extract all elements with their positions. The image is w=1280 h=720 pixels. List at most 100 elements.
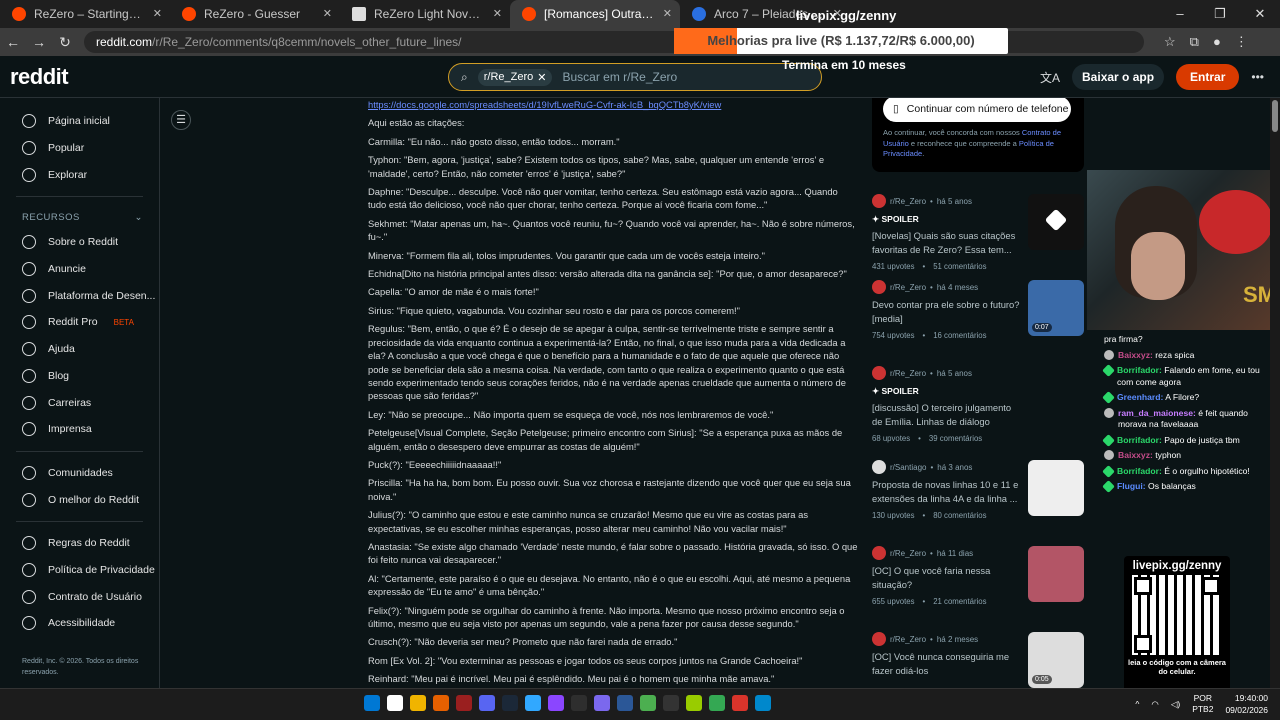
rec-subreddit[interactable]: r/Re_Zero [890,635,926,644]
chat-username[interactable]: Baixxyz: [1118,350,1153,360]
recommended-post[interactable]: r/Re_Zero • há 2 meses [OC] Você nunca cons… [872,632,1084,688]
close-window-icon[interactable]: ✕ [1240,0,1280,28]
rec-title[interactable]: [discussão] O terceiro julgamento de Emí… [872,401,1022,428]
sidebar-item-popular[interactable]: Popular [0,135,159,162]
taskbar-app-icon[interactable] [364,695,380,711]
chat-username[interactable]: Borrifador: [1117,466,1162,476]
taskbar-app-icon[interactable] [548,695,564,711]
rec-thumbnail[interactable] [1028,546,1084,602]
rec-thumbnail[interactable] [1028,460,1084,516]
rec-title[interactable]: Devo contar pra ele sobre o futuro? [med… [872,298,1022,325]
sidebar-item-accessibility[interactable]: Acessibilidade [0,610,159,637]
browser-tab[interactable]: ReZero Light Novel Volume 39 ✕ [340,0,510,28]
sidebar-item-communities[interactable]: Comunidades [0,460,159,487]
chat-username[interactable]: Baixxyz: [1118,450,1153,460]
chat-username[interactable]: Greenhard: [1117,392,1163,402]
sidebar-item-reddit-pro[interactable]: Reddit Pro BETA [0,309,159,336]
sidebar-item-developer-platform[interactable]: Plataforma de Desen... [0,282,159,309]
sidebar-item-careers[interactable]: Carreiras [0,389,159,416]
recommended-post[interactable]: r/Re_Zero • há 4 meses Devo contar pra ele … [872,280,1084,340]
sidebar-item-press[interactable]: Imprensa [0,416,159,443]
rec-title[interactable]: [Novelas] Quais são suas citações favori… [872,229,1022,256]
rec-subreddit[interactable]: r/Re_Zero [890,549,926,558]
rec-subreddit[interactable]: r/Re_Zero [890,283,926,292]
sidebar-item-help[interactable]: Ajuda [0,336,159,363]
search-input[interactable]: Buscar em r/Re_Zero [562,70,677,84]
recommended-post[interactable]: r/Santiago • há 3 anos Proposta de novas li… [872,460,1084,520]
sidebar-item-privacy[interactable]: Política de Privacidade [0,557,159,584]
taskbar-app-icon[interactable] [663,695,679,711]
extensions-icon[interactable]: ⧉ [1190,34,1199,50]
reddit-logo[interactable]: reddit [10,64,69,90]
rec-subreddit[interactable]: r/Santiago [890,463,926,472]
taskbar-app-icon[interactable] [479,695,495,711]
menu-icon[interactable]: ⋮ [1235,34,1248,50]
taskbar-app-icon[interactable] [640,695,656,711]
more-options-icon[interactable]: ••• [1251,70,1264,84]
sidebar-item-best-of[interactable]: O melhor do Reddit [0,486,159,513]
resources-section-toggle[interactable]: RECURSOS ⌄ [0,205,159,229]
clock[interactable]: 19:40:00 09/02/2026 [1225,692,1268,716]
taskbar-app-icon[interactable] [525,695,541,711]
back-icon[interactable]: ← [0,34,26,50]
page-scrollbar[interactable] [1270,98,1280,688]
login-button[interactable]: Entrar [1176,64,1240,90]
search-bar[interactable]: ⌕ r/Re_Zero ✕ Buscar em r/Re_Zero [448,63,822,91]
profile-icon[interactable]: ● [1213,34,1221,50]
taskbar-app-icon[interactable] [755,695,771,711]
wifi-icon[interactable]: ◠ [1151,699,1158,710]
sidebar-item-home[interactable]: Página inicial [0,108,159,135]
translate-icon[interactable]: 文A [1040,69,1060,86]
recommended-post[interactable]: r/Re_Zero • há 5 anos ✦ SPOILER [Novelas] Qu… [872,194,1084,271]
sidebar-item-about[interactable]: Sobre o Reddit [0,229,159,256]
get-app-button[interactable]: Baixar o app [1072,64,1165,90]
taskbar-app-icon[interactable] [387,695,403,711]
continue-with-phone-button[interactable]: ▯ Continuar com número de telefone [883,98,1071,122]
browser-tab[interactable]: ReZero - Guesser ✕ [170,0,340,28]
browser-tab-active[interactable]: [Romances] Outras Linhas do Fu ✕ [510,0,680,28]
clear-chip-icon[interactable]: ✕ [537,71,546,84]
taskbar-app-icon[interactable] [456,695,472,711]
rec-title[interactable]: [OC] O que você faria nessa situação? [872,564,1022,591]
rec-subreddit[interactable]: r/Re_Zero [890,369,926,378]
recommended-post[interactable]: r/Re_Zero • há 5 anos ✦ SPOILER [discussão] … [872,366,1084,443]
chat-username[interactable]: Borrifador: [1117,435,1162,445]
minimize-icon[interactable]: – [1160,0,1200,28]
close-tab-icon[interactable]: ✕ [323,7,332,20]
rec-title[interactable]: [OC] Você nunca conseguiria me fazer odi… [872,650,1022,677]
bookmark-star-icon[interactable]: ☆ [1164,34,1176,50]
rec-thumbnail[interactable]: 0:07 [1028,280,1084,336]
chat-username[interactable]: Flugui: [1117,481,1146,491]
chevron-up-icon[interactable]: ^ [1135,699,1139,709]
taskbar-app-icon[interactable] [410,695,426,711]
taskbar-app-icon[interactable] [709,695,725,711]
taskbar-app-icon[interactable] [594,695,610,711]
rec-thumbnail[interactable] [1028,194,1084,250]
taskbar-app-icon[interactable] [732,695,748,711]
maximize-icon[interactable]: ❐ [1200,0,1240,28]
rec-subreddit[interactable]: r/Re_Zero [890,197,926,206]
sidebar-item-rules[interactable]: Regras do Reddit [0,530,159,557]
rec-thumbnail[interactable]: 0:05 [1028,632,1084,688]
collapse-sidebar-icon[interactable]: ☰ [171,110,191,130]
recommended-post[interactable]: r/Re_Zero • há 11 dias [OC] O que você fari… [872,546,1084,606]
forward-icon[interactable]: → [26,34,52,50]
chat-username[interactable]: ram_da_maionese: [1118,408,1196,418]
volume-icon[interactable]: ◁) [1171,699,1180,710]
sidebar-item-advertise[interactable]: Anuncie [0,256,159,283]
sidebar-item-explore[interactable]: Explorar [0,161,159,188]
taskbar-app-icon[interactable] [502,695,518,711]
taskbar-app-icon[interactable] [617,695,633,711]
scrollbar-thumb[interactable] [1272,100,1278,132]
taskbar-app-icon[interactable] [433,695,449,711]
taskbar-app-icon[interactable] [571,695,587,711]
browser-tab[interactable]: ReZero – Starting Life in Anoth ✕ [0,0,170,28]
subreddit-chip[interactable]: r/Re_Zero ✕ [477,68,553,86]
close-tab-icon[interactable]: ✕ [153,7,162,20]
close-tab-icon[interactable]: ✕ [663,7,672,20]
reload-icon[interactable]: ↻ [52,34,78,51]
close-tab-icon[interactable]: ✕ [493,7,502,20]
sidebar-item-blog[interactable]: Blog [0,363,159,390]
language-indicator[interactable]: POR PTB2 [1192,693,1213,715]
rec-title[interactable]: Proposta de novas linhas 10 e 11 e exten… [872,478,1022,505]
